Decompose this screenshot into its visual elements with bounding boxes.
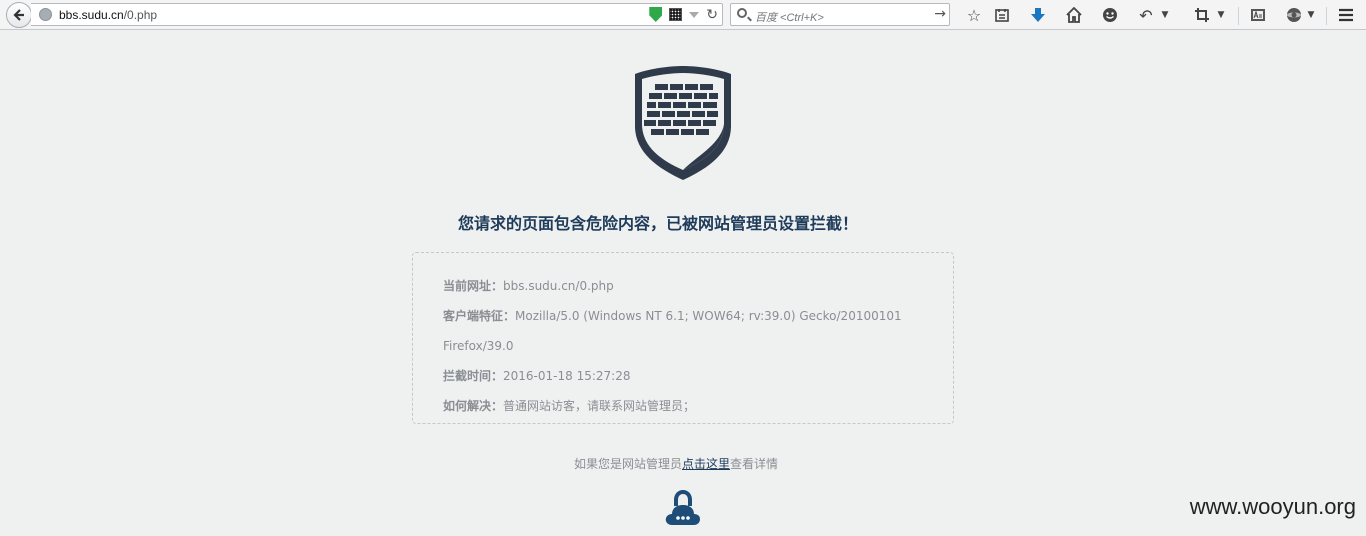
addon-dropdown-icon[interactable]: ▼ (1306, 4, 1316, 26)
menu-icon[interactable] (1336, 4, 1356, 26)
search-placeholder: 百度 <Ctrl+K> (755, 12, 824, 24)
download-icon[interactable] (1028, 4, 1048, 26)
admin-note-prefix: 如果您是网站管理员 (573, 457, 682, 471)
watermark: www.wooyun.org (1189, 494, 1356, 519)
toolbar-icons: ☆ ↶ ▼ ▼ ▼ (960, 4, 1360, 26)
admin-note: 如果您是网站管理员点击这里查看详情 (0, 455, 1352, 472)
url-bar[interactable]: bbs.sudu.cn/0.php ↻ (31, 3, 723, 26)
cloud-lock-icon (665, 489, 700, 525)
toolbar-separator (1238, 7, 1239, 25)
info-value: Firefox/39.0 (443, 339, 514, 353)
info-value: 普通网站访客，请联系网站管理员； (503, 399, 696, 413)
info-current-url: 当前网址：bbs.sudu.cn/0.php (443, 271, 923, 301)
search-bar[interactable]: 百度 <Ctrl+K> → (730, 3, 950, 26)
info-user-agent: 客户端特征：Mozilla/5.0 (Windows NT 6.1; WOW64… (443, 301, 923, 331)
crop-icon[interactable] (1192, 4, 1212, 26)
toolbar-separator (1326, 7, 1327, 25)
undo-dropdown-icon[interactable]: ▼ (1160, 4, 1170, 26)
url-text[interactable]: bbs.sudu.cn/0.php (59, 8, 157, 22)
url-host: bbs.sudu.cn (59, 8, 124, 22)
info-value: Mozilla/5.0 (Windows NT 6.1; WOW64; rv:3… (515, 309, 902, 323)
url-bar-icons: ↻ (649, 7, 718, 22)
dropdown-icon[interactable] (689, 11, 700, 18)
block-headline: 您请求的页面包含危险内容，已被网站管理员设置拦截！ (457, 214, 858, 233)
back-button[interactable] (6, 2, 32, 28)
info-how-to-solve: 如何解决：普通网站访客，请联系网站管理员； (443, 391, 923, 421)
info-value: bbs.sudu.cn/0.php (503, 279, 614, 293)
star-icon[interactable]: ☆ (964, 4, 984, 26)
info-block-time: 拦截时间：2016-01-18 15:27:28 (443, 361, 923, 391)
globe-icon (39, 8, 52, 21)
info-label: 客户端特征： (443, 309, 516, 323)
reader-mode-icon[interactable] (1248, 4, 1268, 26)
shield-icon[interactable] (649, 7, 663, 22)
info-label: 如何解决： (443, 399, 504, 413)
firewall-shield-logo (635, 66, 731, 180)
addon-icon[interactable] (1284, 4, 1304, 26)
home-icon[interactable] (1064, 4, 1084, 26)
go-arrow-icon[interactable]: → (934, 6, 946, 22)
crop-dropdown-icon[interactable]: ▼ (1216, 4, 1226, 26)
reload-icon[interactable]: ↻ (706, 8, 718, 22)
reading-list-icon[interactable] (992, 4, 1012, 26)
info-label: 拦截时间： (443, 369, 504, 383)
info-label: 当前网址： (443, 279, 504, 293)
info-value: 2016-01-18 15:27:28 (503, 369, 631, 383)
admin-note-suffix: 查看详情 (730, 457, 779, 471)
qr-code-icon[interactable] (669, 8, 683, 21)
info-user-agent-cont: Firefox/39.0 (443, 331, 923, 361)
browser-toolbar: bbs.sudu.cn/0.php ↻ 百度 <Ctrl+K> → ☆ ↶ ▼ (0, 0, 1366, 30)
url-path: /0.php (123, 8, 158, 22)
smiley-icon[interactable] (1100, 4, 1120, 26)
search-icon (737, 8, 747, 18)
undo-icon[interactable]: ↶ (1136, 4, 1156, 26)
block-info-box: 当前网址：bbs.sudu.cn/0.php 客户端特征：Mozilla/5.0… (412, 252, 954, 424)
back-arrow-icon (13, 9, 24, 21)
admin-details-link[interactable]: 点击这里 (682, 457, 730, 471)
